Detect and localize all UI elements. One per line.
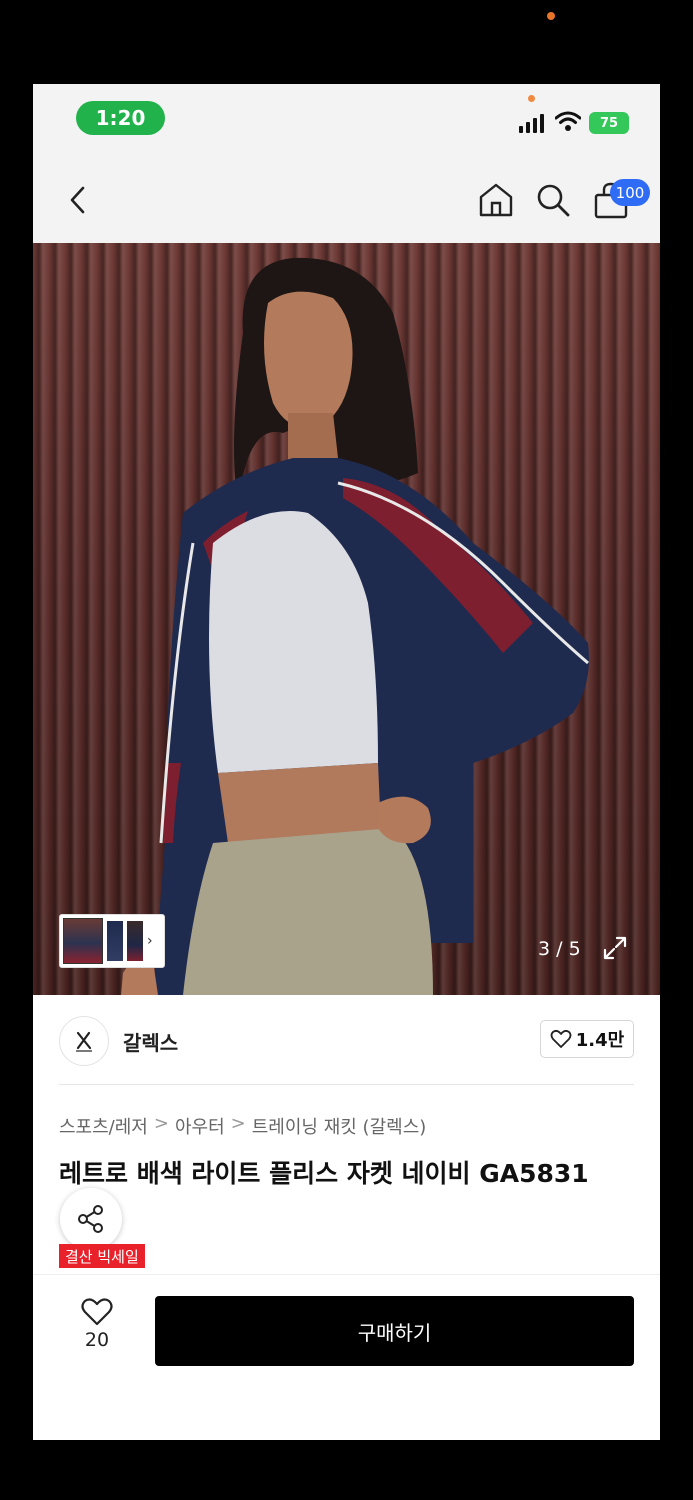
sale-badge: 결산 빅세일 bbox=[59, 1244, 145, 1268]
seller-name[interactable]: 갈렉스 bbox=[123, 1027, 178, 1056]
bottom-action-bar: 20 구매하기 bbox=[33, 1274, 660, 1440]
wishlist-button[interactable]: 20 bbox=[67, 1297, 127, 1361]
back-button[interactable] bbox=[63, 182, 93, 218]
status-time: 1:20 bbox=[76, 101, 165, 135]
gallery-counter: 3 / 5 bbox=[538, 938, 581, 960]
wishlist-count: 20 bbox=[84, 1329, 110, 1351]
product-photo bbox=[121, 257, 589, 995]
product-title: 레트로 배색 라이트 플리스 자켓 네이비 GA5831 bbox=[59, 1159, 589, 1188]
breadcrumb-item[interactable]: 트레이닝 재킷 (갈렉스) bbox=[252, 1113, 427, 1139]
chevron-left-icon bbox=[70, 186, 85, 214]
search-icon bbox=[537, 184, 570, 217]
search-button[interactable] bbox=[535, 182, 571, 218]
cellular-signal-icon bbox=[519, 111, 544, 133]
home-button[interactable] bbox=[478, 182, 514, 218]
home-icon bbox=[479, 183, 513, 217]
camera-indicator bbox=[547, 12, 555, 20]
chevron-right-icon: > bbox=[230, 1113, 246, 1134]
gallery-thumbnail[interactable] bbox=[63, 918, 103, 964]
section-divider bbox=[59, 1084, 634, 1085]
heart-outline-icon bbox=[550, 1029, 572, 1048]
breadcrumb-item[interactable]: 아우터 bbox=[175, 1113, 225, 1139]
share-icon bbox=[78, 1205, 103, 1233]
privacy-indicator bbox=[528, 95, 535, 102]
seller-row: 갈렉스 1.4만 bbox=[33, 995, 660, 1085]
battery-indicator: 75 bbox=[589, 112, 629, 134]
breadcrumb: 스포츠/레저 > 아우터 > 트레이닝 재킷 (갈렉스) bbox=[59, 1113, 426, 1139]
brand-logo-icon bbox=[76, 1031, 92, 1052]
battery-level: 75 bbox=[599, 115, 619, 131]
chevron-right-icon: › bbox=[147, 933, 153, 949]
wifi-icon bbox=[555, 111, 581, 131]
gallery-thumbnail[interactable] bbox=[127, 921, 143, 961]
cart-count-badge: 100 bbox=[610, 179, 650, 206]
share-button[interactable] bbox=[60, 1188, 122, 1250]
breadcrumb-item[interactable]: 스포츠/레저 bbox=[59, 1113, 148, 1139]
expand-icon bbox=[603, 936, 627, 960]
buy-button[interactable]: 구매하기 bbox=[155, 1296, 634, 1366]
status-bar: 1:20 75 bbox=[33, 84, 660, 156]
gallery-thumbnail-strip[interactable]: › bbox=[59, 914, 165, 968]
top-nav-bar: 100 bbox=[33, 156, 660, 243]
heart-outline-icon bbox=[81, 1298, 113, 1326]
product-image-gallery[interactable]: › 3 / 5 bbox=[33, 243, 660, 995]
brand-like-button[interactable]: 1.4만 bbox=[540, 1020, 634, 1058]
app-screen: 1:20 75 100 › 3 / 5 갈렉스 1.4만 스포츠/레저 > 아우… bbox=[33, 84, 660, 1440]
brand-like-count: 1.4만 bbox=[575, 1030, 625, 1051]
gallery-thumbnail[interactable] bbox=[107, 921, 123, 961]
brand-logo[interactable] bbox=[59, 1016, 109, 1066]
expand-image-button[interactable] bbox=[601, 934, 629, 962]
chevron-right-icon: > bbox=[153, 1113, 169, 1134]
